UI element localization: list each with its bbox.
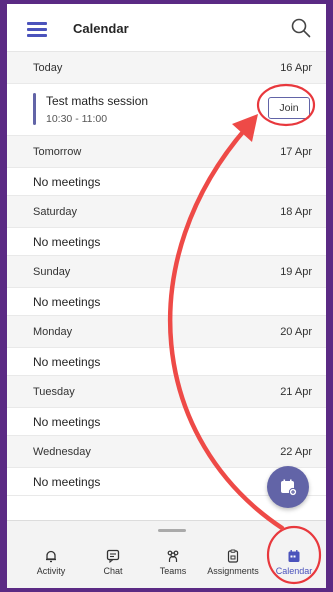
calendar-icon [288, 550, 300, 562]
top-bar: Calendar [7, 4, 326, 52]
day-date: 18 Apr [280, 205, 312, 218]
nav-label: Chat [103, 566, 123, 576]
no-meetings-text: No meetings [7, 408, 326, 436]
meeting-time: 10:30 - 11:00 [46, 113, 108, 125]
day-name: Today [33, 61, 63, 74]
page-title: Calendar [73, 21, 129, 36]
day-header-monday: Monday 20 Apr [7, 316, 326, 348]
app-screen: Calendar Today 16 Apr Test maths session… [7, 4, 326, 588]
day-header-saturday: Saturday 18 Apr [7, 196, 326, 228]
day-name: Saturday [33, 205, 78, 218]
day-header-wednesday: Wednesday 22 Apr [7, 436, 326, 468]
day-header-today: Today 16 Apr [7, 52, 326, 84]
drag-handle[interactable] [158, 529, 186, 532]
nav-assignments[interactable]: Assignments [203, 549, 263, 576]
day-name: Sunday [33, 265, 71, 278]
bell-icon [46, 550, 56, 563]
search-icon[interactable] [290, 17, 312, 39]
nav-label: Teams [159, 566, 187, 576]
nav-calendar[interactable]: Calendar [264, 549, 324, 576]
day-date: 21 Apr [280, 385, 312, 398]
hamburger-menu-icon[interactable] [27, 22, 47, 37]
day-date: 22 Apr [280, 445, 312, 458]
join-button[interactable]: Join [268, 97, 310, 119]
nav-teams[interactable]: Teams [143, 549, 203, 576]
new-meeting-calendar-icon [281, 479, 297, 496]
day-header-tomorrow: Tomorrow 17 Apr [7, 136, 326, 168]
agenda-list[interactable]: Today 16 Apr Test maths session 10:30 - … [7, 52, 326, 496]
no-meetings-text: No meetings [7, 348, 326, 376]
no-meetings-text: No meetings [7, 288, 326, 316]
nav-label: Calendar [275, 566, 313, 576]
chat-icon [106, 549, 120, 563]
teams-icon [167, 550, 179, 562]
new-meeting-button[interactable] [267, 466, 309, 508]
no-meetings-text: No meetings [7, 228, 326, 256]
nav-label: Activity [36, 566, 66, 576]
nav-label: Assignments [207, 566, 259, 576]
day-name: Tomorrow [33, 145, 82, 158]
day-name: Tuesday [33, 385, 75, 398]
day-date: 16 Apr [280, 61, 312, 74]
meeting-title: Test maths session [46, 94, 149, 108]
nav-activity[interactable]: Activity [21, 549, 81, 576]
no-meetings-text: No meetings [7, 168, 326, 196]
bottom-navigation: Activity Chat Teams Assignments Calendar [7, 520, 326, 588]
day-date: 17 Apr [280, 145, 312, 158]
nav-chat[interactable]: Chat [83, 549, 143, 576]
day-date: 19 Apr [280, 265, 312, 278]
day-name: Wednesday [33, 445, 91, 458]
day-name: Monday [33, 325, 73, 338]
meeting-accent-bar [33, 93, 36, 125]
day-header-sunday: Sunday 19 Apr [7, 256, 326, 288]
assignments-icon [227, 549, 239, 563]
meeting-item[interactable]: Test maths session 10:30 - 11:00 Join [7, 84, 326, 136]
day-date: 20 Apr [280, 325, 312, 338]
day-header-tuesday: Tuesday 21 Apr [7, 376, 326, 408]
